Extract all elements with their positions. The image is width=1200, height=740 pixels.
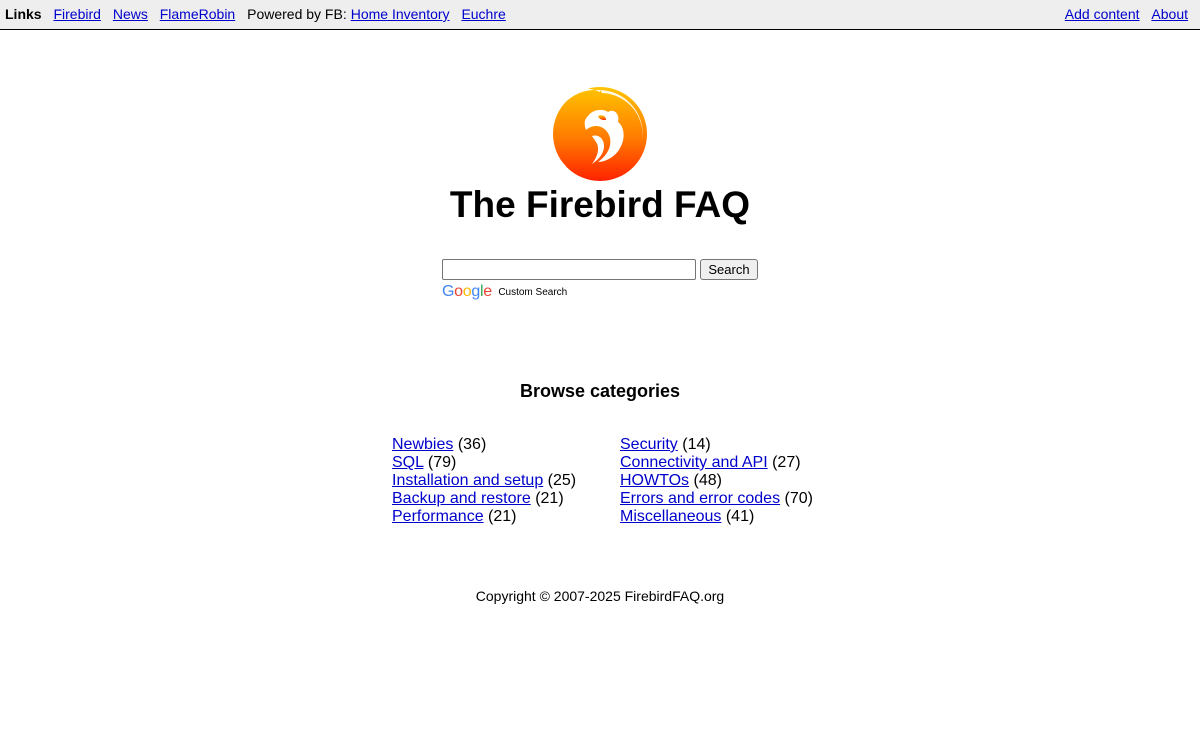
category-count: (41) (725, 508, 755, 525)
google-logo-icon: Google (442, 283, 492, 300)
nav-powered-label: Powered by FB: (247, 6, 347, 22)
nav-link-news[interactable]: News (113, 6, 148, 22)
category-item: Connectivity and API (27) (620, 454, 813, 472)
firebird-logo-graphic (542, 87, 647, 181)
category-link-performance[interactable]: Performance (392, 508, 484, 525)
custom-search-label: Custom Search (498, 286, 568, 298)
nav-link-add-content[interactable]: Add content (1065, 6, 1140, 22)
category-count: (27) (772, 454, 801, 471)
search-input[interactable] (442, 259, 696, 280)
nav-link-euchre[interactable]: Euchre (461, 6, 505, 22)
category-count: (21) (488, 508, 517, 525)
nav-links-label: Links (5, 6, 42, 22)
nav-link-home-inventory[interactable]: Home Inventory (351, 6, 450, 22)
category-link-security[interactable]: Security (620, 436, 678, 453)
category-item: SQL (79) (392, 454, 576, 472)
category-item: Backup and restore (21) (392, 490, 576, 508)
category-link-sql[interactable]: SQL (392, 454, 423, 471)
google-custom-search-branding: Google Custom Search (442, 283, 567, 301)
category-item: Miscellaneous (41) (620, 508, 813, 526)
category-item: Security (14) (620, 436, 813, 454)
category-item: Newbies (36) (392, 436, 576, 454)
category-link-newbies[interactable]: Newbies (392, 436, 453, 453)
category-count: (70) (784, 490, 813, 507)
category-link-backup-and-restore[interactable]: Backup and restore (392, 490, 531, 507)
nav-right-group: Add content About (1057, 6, 1188, 22)
nav-left-group: Links Firebird News FlameRobin Powered b… (5, 6, 514, 22)
firebird-logo-icon (542, 86, 648, 182)
category-column-left: Newbies (36) SQL (79) Installation and s… (392, 436, 576, 526)
category-count: (21) (535, 490, 564, 507)
category-link-howtos[interactable]: HOWTOs (620, 472, 689, 489)
category-item: Performance (21) (392, 508, 576, 526)
browse-heading: Browse categories (519, 381, 681, 401)
category-link-miscellaneous[interactable]: Miscellaneous (620, 508, 721, 525)
nav-link-firebird[interactable]: Firebird (53, 6, 100, 22)
top-nav-bar: Links Firebird News FlameRobin Powered b… (0, 0, 1200, 30)
search-button[interactable]: Search (700, 259, 758, 280)
category-link-installation-and-setup[interactable]: Installation and setup (392, 472, 543, 489)
category-item: HOWTOs (48) (620, 472, 813, 490)
footer-copyright: Copyright © 2007-2025 FirebirdFAQ.org (475, 588, 725, 604)
page-title: The Firebird FAQ (449, 184, 751, 225)
category-count: (36) (457, 436, 487, 453)
category-link-connectivity-and-api[interactable]: Connectivity and API (620, 454, 768, 471)
category-link-errors-and-error-codes[interactable]: Errors and error codes (620, 490, 780, 507)
category-item: Installation and setup (25) (392, 472, 576, 490)
category-count: (25) (547, 472, 577, 489)
category-count: (14) (682, 436, 711, 453)
category-count: (79) (427, 454, 457, 471)
category-count: (48) (693, 472, 722, 489)
category-item: Errors and error codes (70) (620, 490, 813, 508)
nav-link-flamerobin[interactable]: FlameRobin (160, 6, 235, 22)
category-column-right: Security (14) Connectivity and API (27) … (620, 436, 813, 526)
nav-link-about[interactable]: About (1151, 6, 1188, 22)
